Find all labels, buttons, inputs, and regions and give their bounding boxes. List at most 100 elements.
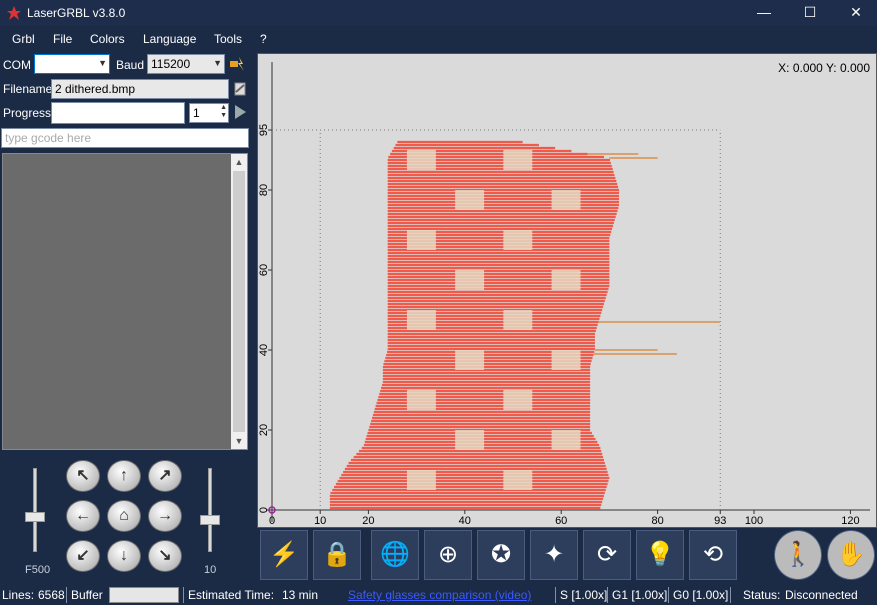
close-button[interactable]: ✕ — [833, 0, 877, 26]
frame-star-button[interactable]: ✪ — [477, 530, 525, 580]
bulb-button[interactable]: 💡 — [636, 530, 684, 580]
jog-panel: F500 ↖ ↑ ↗ ← ⌂ → ↙ ↓ ↘ 10 — [0, 456, 253, 586]
preview-light-block — [406, 230, 436, 250]
preview-light-block — [503, 470, 533, 490]
feed-slider-thumb[interactable] — [25, 511, 45, 522]
scroll-down-icon[interactable]: ▼ — [231, 433, 247, 449]
jog-up-right-button[interactable]: ↗ — [148, 460, 182, 492]
baud-select[interactable]: 115200 ▼ — [147, 54, 225, 74]
laser-grbl-window: LaserGRBL v3.8.0 — ☐ ✕ Grbl File Colors … — [0, 0, 877, 605]
stop-hand-icon: ✋ — [836, 541, 866, 568]
preview-light-block — [406, 310, 436, 330]
step-slider-thumb[interactable] — [200, 515, 220, 526]
menu-language[interactable]: Language — [143, 32, 196, 46]
g0-override[interactable]: G0 [1.00x] — [673, 588, 728, 602]
x-tick-label: 20 — [362, 515, 374, 527]
preview-light-block — [406, 470, 436, 490]
jog-down-button[interactable]: ↓ — [107, 540, 141, 572]
status-separator — [183, 587, 184, 603]
gcode-placeholder: type gcode here — [5, 131, 92, 145]
jog-home-button[interactable]: ⌂ — [107, 500, 141, 532]
buffer-bar — [109, 587, 179, 603]
y-tick-label: 0 — [258, 507, 270, 513]
stop-button[interactable]: ✋ — [827, 530, 875, 580]
filename-label: Filename — [3, 82, 53, 96]
preview-light-block — [503, 230, 533, 250]
menu-help[interactable]: ? — [260, 32, 267, 46]
run-play-icon[interactable] — [233, 104, 247, 120]
lines-label: Lines: — [2, 588, 35, 602]
cycle-icon: ⟳ — [596, 541, 618, 568]
y-tick-label: 95 — [258, 124, 270, 136]
jog-up-button[interactable]: ↑ — [107, 460, 141, 492]
walk-button[interactable]: 🚶 — [774, 530, 822, 580]
console-log[interactable]: ▲ ▼ — [2, 153, 248, 450]
status-separator — [730, 587, 731, 603]
connect-icon[interactable] — [228, 55, 248, 73]
frame-star-alt-button[interactable]: ✦ — [530, 530, 578, 580]
jog-left-button[interactable]: ← — [66, 500, 100, 532]
jog-right-button[interactable]: → — [148, 500, 182, 532]
progress-label: Progress — [3, 106, 52, 120]
maximize-button[interactable]: ☐ — [787, 0, 833, 26]
step-label: 10 — [204, 564, 217, 576]
buffer-label: Buffer — [71, 588, 103, 602]
scrollbar-thumb[interactable] — [233, 171, 245, 432]
s-override[interactable]: S [1.00x] — [560, 588, 607, 602]
cycle-button[interactable]: ⟳ — [583, 530, 631, 580]
preview-canvas[interactable]: 0 10 20 40 60 80 93 100 120 0 20 40 60 80 95 X: 0.000 … — [257, 53, 877, 528]
flash-button[interactable]: ⚡ — [260, 530, 308, 580]
menu-file[interactable]: File — [53, 32, 72, 46]
x-tick-label: 0 — [269, 515, 275, 527]
connection-status: Disconnected — [785, 588, 858, 602]
com-select[interactable]: ▼ — [34, 54, 110, 74]
globe-map-button[interactable]: 🌐 — [371, 530, 419, 580]
scroll-up-icon[interactable]: ▲ — [231, 154, 247, 170]
open-file-icon[interactable] — [232, 80, 248, 98]
app-logo-icon — [7, 6, 21, 20]
crosshair-button[interactable]: ⊕ — [424, 530, 472, 580]
chevron-down-icon: ▼ — [98, 58, 107, 68]
step-slider[interactable] — [208, 468, 212, 552]
gcode-command-input[interactable]: type gcode here — [1, 128, 249, 148]
preview-light-block — [551, 430, 581, 450]
y-tick-label: 80 — [258, 184, 270, 196]
status-separator — [607, 587, 608, 603]
rotate-button[interactable]: ⟲ — [689, 530, 737, 580]
x-tick-label: 120 — [841, 515, 859, 527]
lock-button[interactable]: 🔒 — [313, 530, 361, 580]
preview-light-block — [503, 310, 533, 330]
status-separator — [668, 587, 669, 603]
baud-value: 115200 — [151, 57, 191, 71]
passes-stepper[interactable]: 1 ▲ ▼ — [189, 103, 229, 123]
jog-down-left-button[interactable]: ↙ — [66, 540, 100, 572]
y-tick-label: 60 — [258, 264, 270, 276]
passes-value: 1 — [193, 106, 200, 120]
estimated-time-value: 13 min — [282, 588, 319, 602]
menu-tools[interactable]: Tools — [214, 32, 242, 46]
x-tick-label: 100 — [745, 515, 763, 527]
console-scrollbar[interactable]: ▲ ▼ — [231, 154, 247, 449]
star-frame-alt-icon: ✦ — [543, 541, 565, 568]
menu-grbl[interactable]: Grbl — [12, 32, 35, 46]
x-tick-label: 10 — [314, 515, 326, 527]
feed-slider[interactable] — [33, 468, 37, 552]
safety-glasses-link[interactable]: Safety glasses comparison (video) — [348, 588, 531, 602]
preview-light-block — [455, 430, 485, 450]
g1-override[interactable]: G1 [1.00x] — [612, 588, 667, 602]
baud-label: Baud — [116, 58, 145, 72]
filename-field[interactable]: 2 dithered.bmp — [51, 79, 229, 99]
preview-light-block — [406, 390, 436, 410]
lines-value: 6568 — [38, 588, 65, 602]
status-bar: Lines: 6568 Buffer Estimated Time: 13 mi… — [0, 585, 877, 605]
jog-up-left-button[interactable]: ↖ — [66, 460, 100, 492]
menu-colors[interactable]: Colors — [90, 32, 125, 46]
gcode-preview-plot: 0 10 20 40 60 80 93 100 120 0 20 40 60 80 95 — [258, 62, 870, 527]
engraving-preview — [329, 140, 721, 510]
crosshair-icon: ⊕ — [437, 541, 459, 568]
preview-light-block — [455, 190, 485, 210]
jog-down-right-button[interactable]: ↘ — [148, 540, 182, 572]
menu-bar: Grbl File Colors Language Tools ? — [0, 26, 877, 51]
lock-icon: 🔒 — [322, 541, 352, 568]
minimize-button[interactable]: — — [741, 0, 787, 26]
